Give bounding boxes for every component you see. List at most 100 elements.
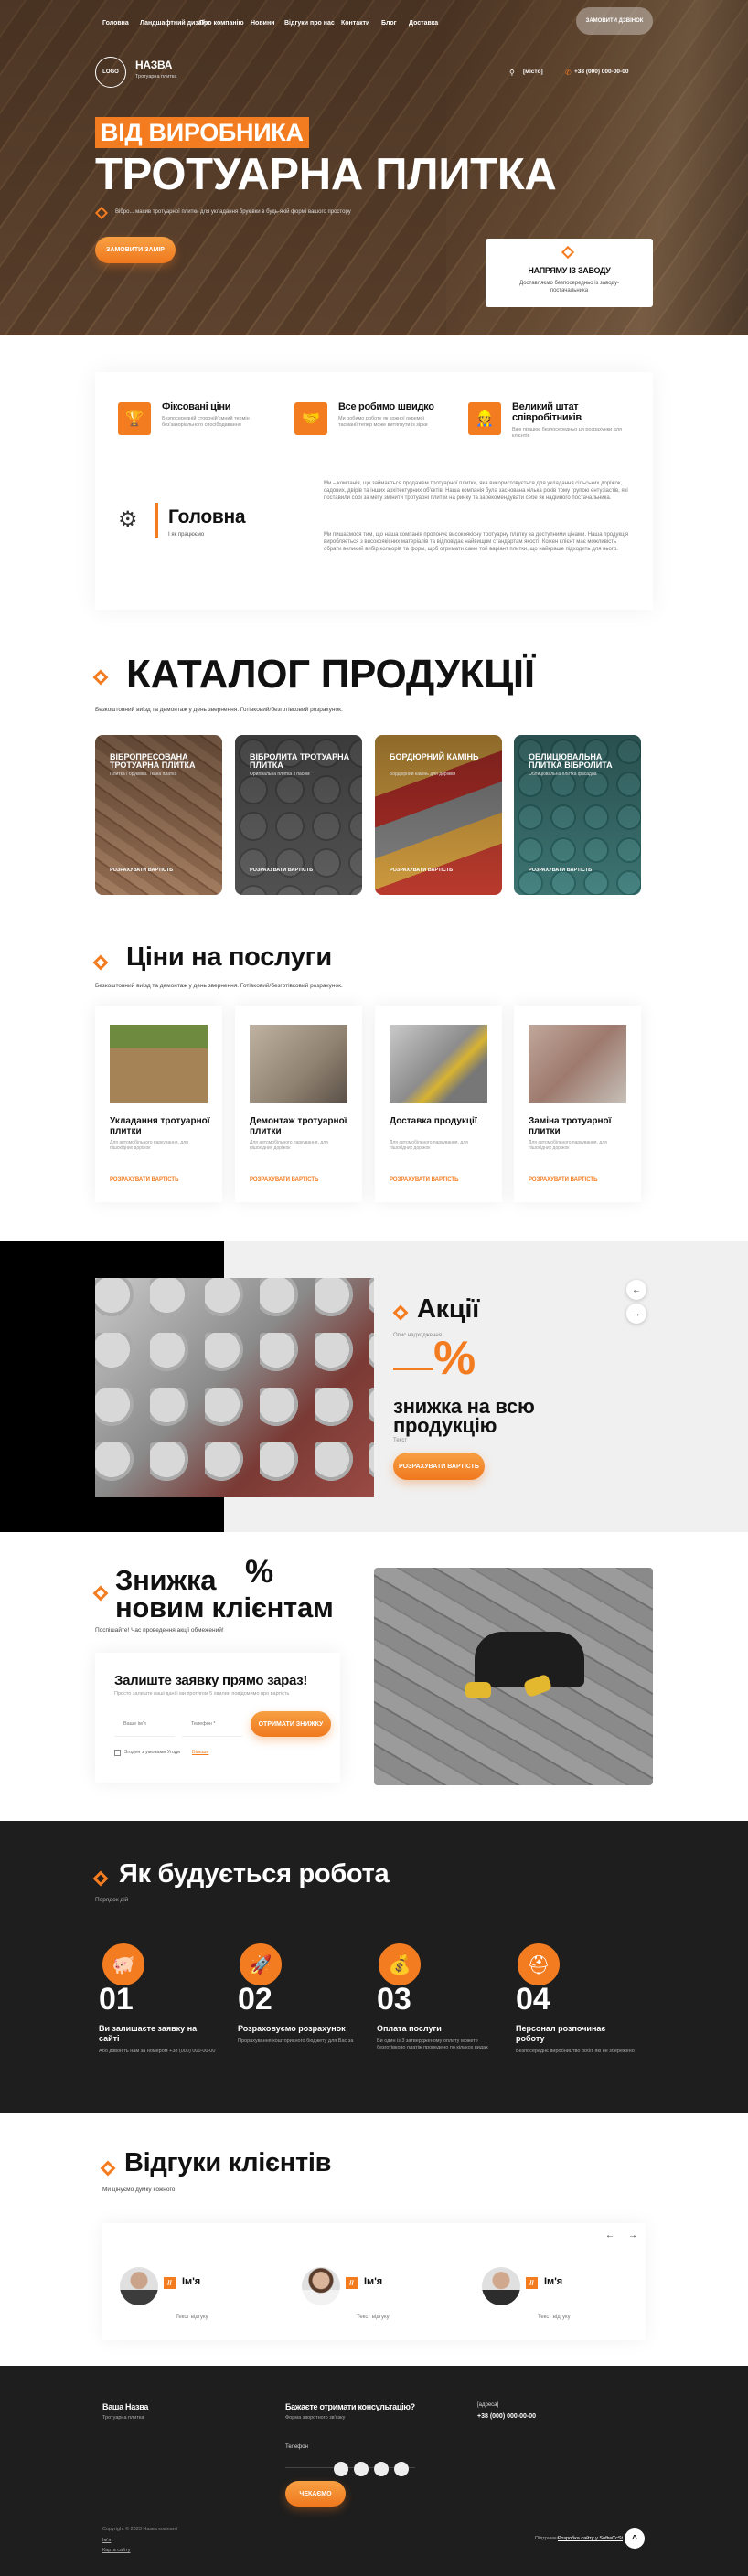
catalog-subtitle: Безкоштовний виїзд та демонтаж у день зв… — [95, 707, 343, 713]
services-title: Ціни на послуги — [126, 942, 332, 972]
service-text: Для автомобільного паркування, для пішох… — [390, 1140, 468, 1151]
nav-item-about[interactable]: Про компанію — [199, 20, 244, 27]
accent-bar — [155, 503, 158, 538]
service-card[interactable]: Доставка продукції Для автомобільного па… — [375, 1006, 502, 1202]
footer-phone[interactable]: +38 (000) 000-00-00 — [477, 2413, 536, 2420]
nav-item-reviews[interactable]: Відгуки про нас — [284, 20, 335, 27]
service-image — [110, 1025, 208, 1103]
nav-item-contacts[interactable]: Контакти — [341, 20, 369, 27]
order-call-button[interactable]: ЗАМОВИТИ ДЗВІНОК — [576, 7, 653, 35]
catalog-card[interactable]: БОРДЮРНИЙ КАМІНЬ Бордюрний камінь для до… — [375, 735, 502, 895]
service-card[interactable]: Заміна тротуарної плитки Для автомобільн… — [514, 1006, 641, 1202]
calculate-button[interactable]: РОЗРАХУВАТИ ВАРТІСТЬ — [393, 1453, 485, 1480]
service-title: Заміна тротуарної плитки — [529, 1116, 612, 1136]
logo[interactable]: LOGO — [95, 57, 126, 88]
dev-link[interactable]: Розробка сайту у SoftwCcSt — [558, 2536, 623, 2541]
catalog-card[interactable]: ОБЛИЦЮВАЛЬНА ПЛИТКА ВІБРОЛИТА Облицюваль… — [514, 735, 641, 895]
handshake-icon: 🤝 — [294, 402, 327, 435]
services-subtitle: Безкоштовний виїзд та демонтаж у день зв… — [95, 983, 343, 989]
nav-item-home[interactable]: Головна — [102, 20, 129, 27]
discount-subtitle: Поспішайте! Час проведення акції обмежен… — [95, 1627, 224, 1634]
trophy-icon: 🏆 — [118, 402, 151, 435]
consent-checkbox[interactable] — [114, 1750, 121, 1756]
service-card[interactable]: Укладання тротуарної плитки Для автомобі… — [95, 1006, 222, 1202]
header-phone[interactable]: +38 (000) 000-00-00 — [574, 69, 628, 75]
dev-text: Підтримка — [535, 2536, 560, 2541]
piggy-bank-icon: 🐖 — [102, 1943, 144, 1985]
calculate-link[interactable]: РОЗРАХУВАТИ ВАРТІСТЬ — [390, 868, 453, 873]
feature-text-prices: Безпосередній стороній'ємний термін без'… — [162, 416, 250, 428]
footer: Ваша Назва Тротуарна плитка Бажаєте отри… — [0, 2366, 748, 2576]
hero-badge: ВІД ВИРОБНИКА — [95, 117, 309, 148]
hero-section: Головна Ландшафтний дизайн Про компанію … — [0, 0, 748, 335]
calculate-link[interactable]: РОЗРАХУВАТИ ВАРТІСТЬ — [529, 868, 592, 873]
reviews-subtitle: Ми цінуємо думку кожного — [102, 2187, 176, 2193]
phone-icon: ✆ — [565, 69, 572, 77]
next-arrow-icon[interactable]: → — [626, 1304, 646, 1324]
catalog-card-title: ВІБРОЛИТА ТРОТУАРНА ПЛИТКА — [250, 752, 350, 770]
get-discount-button[interactable]: ОТРИМАТИ ЗНИЖКУ — [251, 1711, 331, 1737]
features-card: 🏆 Фіксовані ціни Безпосередній стороній'… — [95, 372, 653, 610]
review-text: Текст відгуку — [176, 2315, 208, 2320]
catalog-card-title: ОБЛИЦЮВАЛЬНА ПЛИТКА ВІБРОЛИТА — [529, 752, 613, 770]
worker-image — [374, 1568, 653, 1785]
step-title: Персонал розпочинає роботу — [516, 2024, 606, 2043]
catalog-title: КАТАЛОГ ПРОДУКЦІЇ — [126, 652, 535, 697]
avatar — [120, 2267, 158, 2305]
footer-submit-button[interactable]: ЧЕКАЄМО — [285, 2481, 346, 2507]
nav-item-news[interactable]: Новини — [251, 20, 274, 27]
footer-brand-name: Ваша Назва — [102, 2402, 149, 2411]
helmet-icon: ⛑ — [518, 1943, 560, 1985]
consult-title: Бажаєте отримати консультацію? — [285, 2402, 415, 2411]
catalog-card[interactable]: ВІБРОПРЕСОВАНА ТРОТУАРНА ПЛИТКА Плитка /… — [95, 735, 222, 895]
hero-subtitle: Вібро... масив тротуарної плитки для укл… — [115, 209, 351, 215]
order-measure-button[interactable]: ЗАМОВИТИ ЗАМІР — [95, 237, 176, 263]
reviews-title: Відгуки клієнтів — [124, 2148, 332, 2177]
catalog-card-sub: Оригінальна плитка з пасом — [250, 772, 310, 777]
step-number: 03 — [377, 1982, 411, 2017]
calculate-link[interactable]: РОЗРАХУВАТИ ВАРТІСТЬ — [390, 1177, 458, 1183]
process-title: Як будується робота — [119, 1859, 390, 1889]
form-text: Просто залиште ваші дані і ми протягом 5… — [114, 1691, 290, 1697]
catalog-card-title: ВІБРОПРЕСОВАНА ТРОТУАРНА ПЛИТКА — [110, 752, 196, 770]
about-paragraph-1: Ми – компанія, що займається продажем тр… — [324, 481, 628, 501]
diamond-icon — [100, 2160, 116, 2177]
calculate-link[interactable]: РОЗРАХУВАТИ ВАРТІСТЬ — [529, 1177, 597, 1183]
nav-item-delivery[interactable]: Доставка — [409, 20, 438, 27]
service-title: Доставка продукції — [390, 1116, 477, 1126]
prev-arrow-icon[interactable]: ← — [626, 1280, 646, 1300]
process-subtitle: Порядок дій — [95, 1897, 129, 1903]
calculate-link[interactable]: РОЗРАХУВАТИ ВАРТІСТЬ — [250, 1177, 318, 1183]
catalog-card[interactable]: ВІБРОЛИТА ТРОТУАРНА ПЛИТКА Оригінальна п… — [235, 735, 362, 895]
calculate-link[interactable]: РОЗРАХУВАТИ ВАРТІСТЬ — [110, 1177, 178, 1183]
calculate-link[interactable]: РОЗРАХУВАТИ ВАРТІСТЬ — [250, 868, 313, 873]
discount-form: Залиште заявку прямо зараз! Просто залиш… — [95, 1653, 340, 1783]
diamond-icon — [561, 245, 575, 260]
service-text: Для автомобільного паркування, для пішох… — [250, 1140, 328, 1151]
name-input[interactable] — [114, 1711, 175, 1737]
promo-image — [95, 1278, 374, 1497]
form-title: Залиште заявку прямо зараз! — [114, 1673, 308, 1688]
nav-item-blog[interactable]: Блог — [381, 20, 397, 27]
glove — [465, 1682, 491, 1698]
step-number: 01 — [99, 1982, 134, 2017]
prev-arrow-icon[interactable]: ← — [600, 2225, 620, 2245]
consent-link[interactable]: Більше — [192, 1750, 208, 1755]
calculate-link[interactable]: РОЗРАХУВАТИ ВАРТІСТЬ — [110, 868, 173, 873]
feature-title-staff: Великий штат співробітників — [512, 401, 582, 423]
footer-address: [адреса] — [477, 2402, 499, 2408]
footer-link-1[interactable]: Ім'я — [102, 2538, 111, 2543]
about-subtitle: І як працюємо — [168, 532, 205, 538]
promo-small: Текст — [393, 1438, 408, 1443]
service-card[interactable]: Демонтаж тротуарної плитки Для автомобіл… — [235, 1006, 362, 1202]
factory-card-text: Доставляємо безпосередньо із заводу-пост… — [519, 281, 619, 293]
promo-section: Акції Опис надходження % знижка на всю п… — [0, 1241, 748, 1532]
phone-input[interactable] — [182, 1711, 242, 1737]
step-number: 04 — [516, 1982, 550, 2017]
about-title: Головна — [168, 506, 246, 527]
service-image — [250, 1025, 347, 1103]
footer-link-2[interactable]: Карта сайту — [102, 2548, 130, 2553]
dot — [334, 2462, 348, 2476]
scroll-up-icon[interactable]: ^ — [625, 2528, 645, 2549]
next-arrow-icon[interactable]: → — [623, 2225, 643, 2245]
